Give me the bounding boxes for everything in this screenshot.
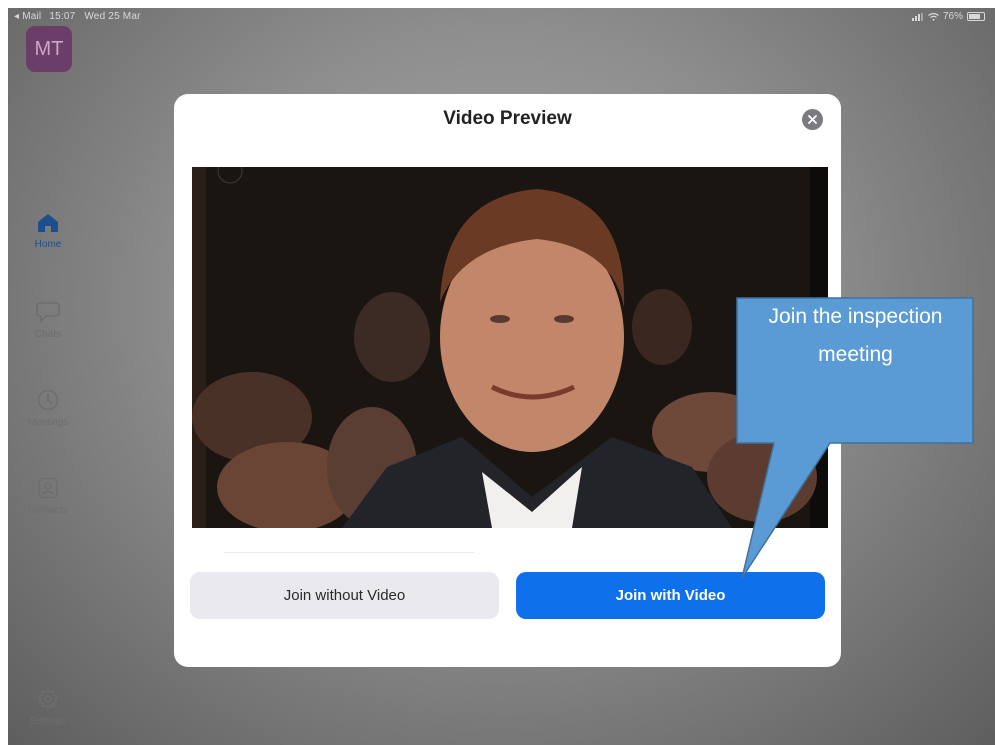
home-icon — [38, 214, 58, 232]
sidebar-item-settings[interactable]: Settings — [8, 688, 88, 727]
sidebar-item-home[interactable]: Home — [8, 213, 88, 250]
battery-percent: 76% — [942, 11, 963, 22]
avatar[interactable]: MT — [26, 26, 72, 72]
sidebar-item-chats[interactable]: Chats — [8, 301, 88, 340]
sidebar-item-label: Contacts — [28, 505, 68, 516]
camera-preview-image — [192, 167, 828, 528]
sidebar-item-meetings[interactable]: Meetings — [8, 389, 88, 428]
sidebar: MT Home Chats Meetings Contacts Settings — [8, 8, 88, 745]
clock-icon — [37, 389, 59, 411]
sidebar-item-label: Home — [34, 239, 62, 250]
signal-icon — [911, 12, 923, 21]
status-date: Wed 25 Mar — [84, 11, 141, 22]
wifi-icon — [928, 12, 939, 21]
sidebar-item-label: Chats — [34, 329, 62, 340]
app-screen: ◂ Mail 15:07 Wed 25 Mar 76% MT Home Chat… — [8, 8, 995, 745]
divider — [224, 552, 474, 553]
close-button[interactable] — [802, 109, 823, 130]
camera-preview — [192, 167, 828, 528]
sidebar-item-contacts[interactable]: Contacts — [8, 477, 88, 516]
callout-text: Join the inspection meeting — [768, 305, 943, 366]
close-icon — [808, 115, 817, 124]
sidebar-item-label: Settings — [29, 716, 67, 727]
join-with-video-button[interactable]: Join with Video — [516, 572, 825, 619]
chat-bubble-icon — [36, 302, 60, 323]
join-without-video-button[interactable]: Join without Video — [190, 572, 499, 619]
sidebar-item-label: Meetings — [27, 417, 69, 428]
status-right: 76% — [911, 11, 985, 22]
contact-card-icon — [38, 477, 58, 499]
gear-icon — [38, 688, 58, 710]
video-preview-dialog: Video Preview Join without Video Join wi… — [174, 94, 841, 667]
status-bar: ◂ Mail 15:07 Wed 25 Mar 76% — [8, 8, 995, 26]
dialog-title: Video Preview — [443, 108, 572, 129]
battery-icon — [967, 12, 985, 21]
